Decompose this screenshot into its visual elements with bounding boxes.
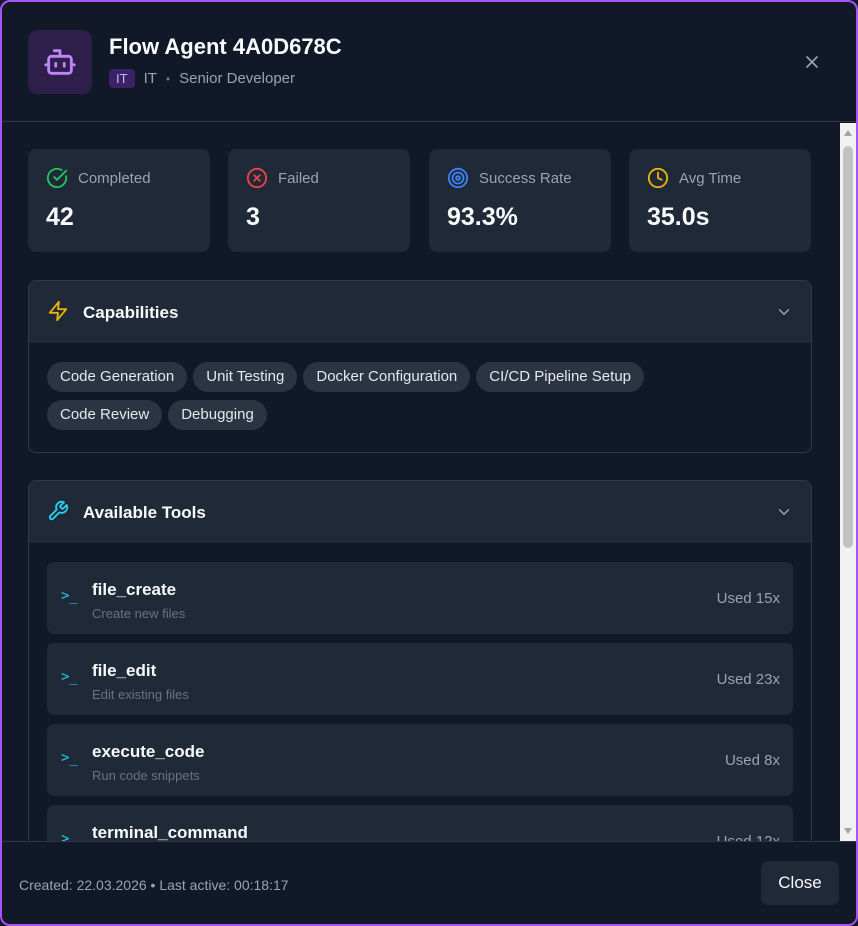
close-icon[interactable] — [802, 52, 822, 72]
chevron-down-icon[interactable] — [775, 503, 793, 521]
stat-card-failed: Failed 3 — [228, 149, 410, 252]
modal-footer: Created: 22.03.2026 • Last active: 00:18… — [2, 841, 856, 924]
capability-chip: Code Generation — [47, 362, 188, 392]
x-circle-icon — [246, 167, 268, 189]
target-icon — [447, 167, 469, 189]
capabilities-header[interactable]: Capabilities — [29, 281, 811, 343]
stat-value: 42 — [46, 203, 74, 231]
department-label: IT — [143, 70, 157, 87]
capability-chip: Docker Configuration — [303, 362, 471, 392]
capability-chip: CI/CD Pipeline Setup — [476, 362, 645, 392]
capabilities-panel: Capabilities Code Generation Unit Testing… — [28, 280, 812, 453]
tool-description: Edit existing files — [92, 687, 189, 702]
tool-row[interactable]: >_ file_create Create new files Used 15x — [47, 562, 793, 634]
capability-chip: Code Review — [47, 400, 163, 430]
modal-body[interactable]: Completed 42 Failed 3 Success Rate 93.3% — [2, 123, 856, 841]
scrollbar[interactable] — [840, 123, 856, 841]
stat-value: 3 — [246, 203, 260, 231]
terminal-icon: >_ — [61, 588, 78, 604]
agent-detail-modal: Flow Agent 4A0D678C IT IT • Senior Devel… — [0, 0, 858, 926]
tool-row[interactable]: >_ terminal_command Used 12x — [47, 805, 793, 841]
terminal-icon: >_ — [61, 750, 78, 766]
capability-chip: Unit Testing — [193, 362, 298, 392]
tool-name: file_create — [92, 580, 177, 599]
stat-value: 93.3% — [447, 203, 518, 231]
tool-description: Create new files — [92, 606, 186, 621]
stat-card-avg-time: Avg Time 35.0s — [629, 149, 811, 252]
tool-description: Run code snippets — [92, 768, 200, 783]
tool-row[interactable]: >_ file_edit Edit existing files Used 23… — [47, 643, 793, 715]
tools-panel: Available Tools >_ file_create Create ne… — [28, 480, 812, 841]
tool-usage: Used 8x — [724, 752, 780, 769]
stat-card-completed: Completed 42 — [28, 149, 210, 252]
tool-usage: Used 23x — [716, 671, 780, 688]
stat-card-success-rate: Success Rate 93.3% — [429, 149, 611, 252]
role-label: Senior Developer — [179, 70, 296, 87]
stat-label: Completed — [78, 170, 151, 187]
tool-usage: Used 15x — [716, 590, 780, 607]
separator-dot: • — [165, 71, 171, 86]
check-circle-icon — [46, 167, 68, 188]
stat-value: 35.0s — [647, 203, 710, 231]
modal-header: Flow Agent 4A0D678C IT IT • Senior Devel… — [2, 2, 856, 122]
capability-list: Code Generation Unit Testing Docker Config… — [47, 362, 797, 438]
tool-usage: Used 12x — [717, 833, 780, 841]
bot-icon — [44, 49, 76, 75]
agent-title: Flow Agent 4A0D678C — [109, 34, 342, 59]
department-badge: IT — [109, 69, 135, 88]
clock-icon — [647, 167, 669, 189]
terminal-icon: >_ — [61, 669, 78, 685]
tool-row[interactable]: >_ execute_code Run code snippets Used 8… — [47, 724, 793, 796]
scrollbar-thumb[interactable] — [843, 146, 853, 548]
terminal-icon: >_ — [61, 831, 78, 841]
stats-row: Completed 42 Failed 3 Success Rate 93.3% — [28, 149, 812, 253]
chevron-down-icon[interactable] — [775, 303, 793, 321]
tools-title: Available Tools — [83, 503, 206, 522]
tool-name: execute_code — [92, 742, 205, 761]
scroll-down-arrow-icon[interactable] — [843, 826, 853, 836]
capability-chip: Debugging — [168, 400, 267, 430]
tool-name: terminal_command — [92, 823, 248, 841]
stat-label: Failed — [278, 170, 319, 187]
stat-label: Success Rate — [479, 170, 572, 187]
stat-label: Avg Time — [679, 170, 742, 187]
agent-meta: Created: 22.03.2026 • Last active: 00:18… — [19, 877, 289, 893]
agent-subline: IT IT • Senior Developer — [109, 69, 295, 88]
agent-avatar — [28, 30, 92, 94]
tool-name: file_edit — [92, 661, 157, 680]
close-button[interactable]: Close — [761, 861, 839, 905]
scroll-up-arrow-icon[interactable] — [843, 128, 853, 138]
zap-icon — [48, 300, 68, 322]
tools-header[interactable]: Available Tools — [29, 481, 811, 543]
wrench-icon — [48, 500, 69, 521]
capabilities-title: Capabilities — [83, 303, 179, 322]
